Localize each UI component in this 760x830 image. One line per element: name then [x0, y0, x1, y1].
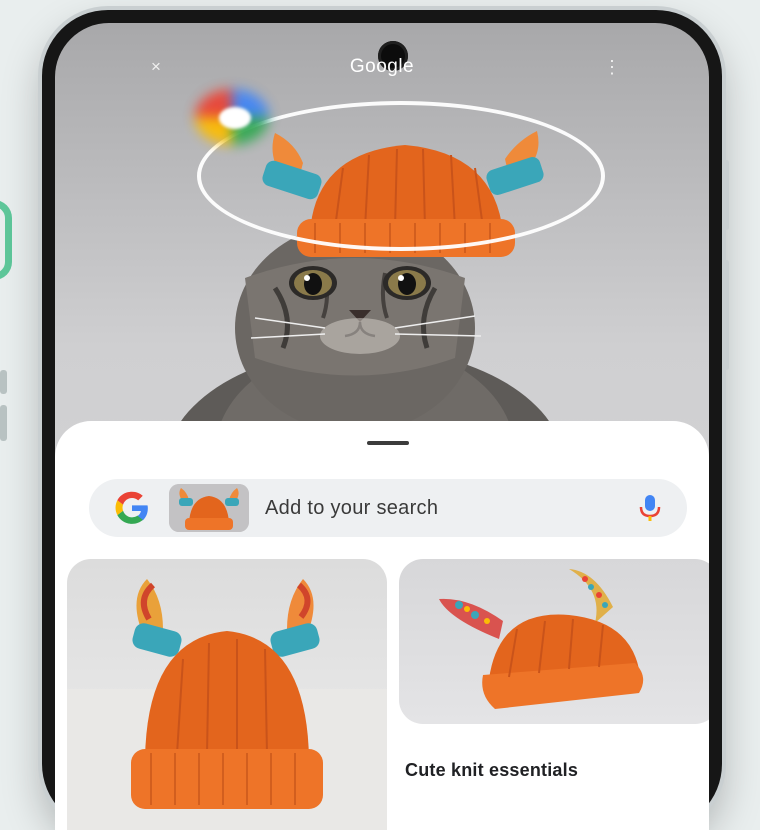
- search-input[interactable]: Add to your search: [265, 497, 639, 520]
- side-button: [724, 260, 729, 370]
- search-bar[interactable]: Add to your search: [89, 479, 687, 537]
- sheet-drag-handle[interactable]: [367, 441, 409, 445]
- results-sheet: Add to your search Cute knit essentials: [55, 421, 709, 830]
- edge-decoration-dash: [0, 405, 7, 441]
- phone-screen: × Google ⋮ Add to your search Cute knit …: [55, 23, 709, 830]
- side-button: [724, 160, 729, 230]
- result-image: [67, 579, 387, 830]
- google-g-icon: [115, 491, 148, 524]
- edge-decoration-green: [0, 200, 12, 280]
- result-card[interactable]: [67, 559, 387, 830]
- search-image-thumbnail[interactable]: [169, 484, 249, 532]
- result-card[interactable]: [399, 559, 709, 724]
- more-options-icon[interactable]: ⋮: [603, 47, 621, 87]
- assistant-orb-core: [219, 107, 251, 129]
- edge-decoration-dash: [0, 370, 7, 394]
- result-caption[interactable]: Cute knit essentials: [405, 760, 578, 781]
- result-image: [439, 569, 644, 709]
- phone-frame: × Google ⋮ Add to your search Cute knit …: [42, 10, 729, 830]
- mic-icon[interactable]: [639, 493, 661, 523]
